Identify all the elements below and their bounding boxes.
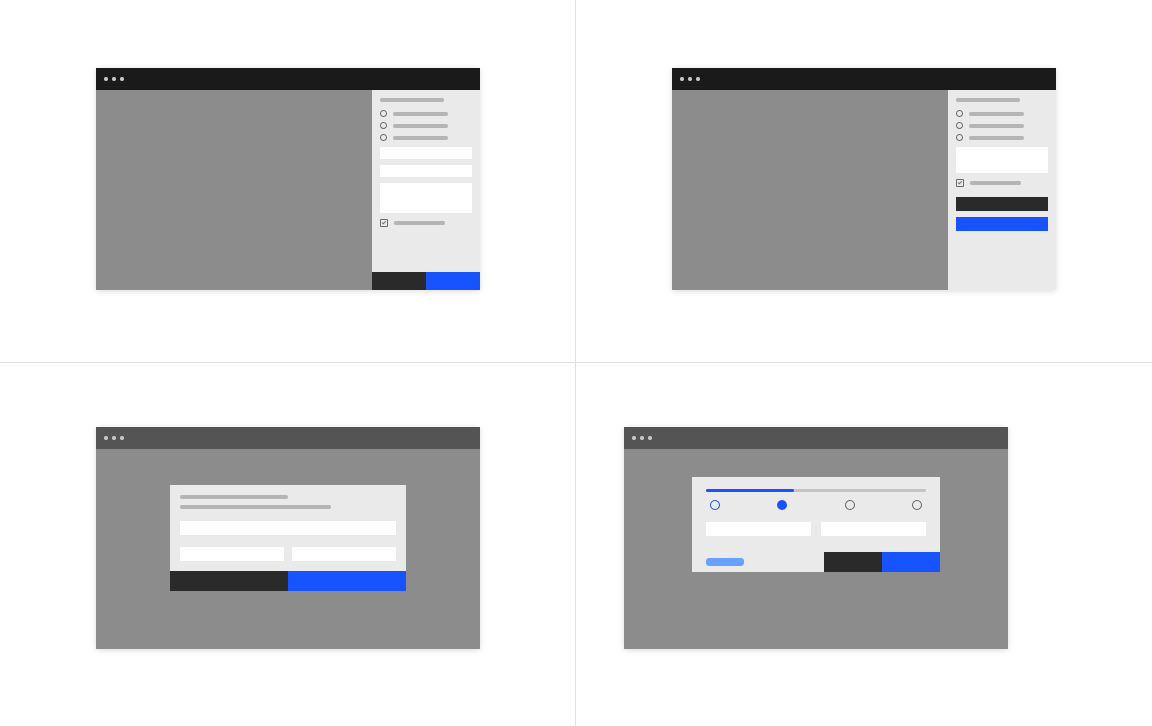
progress-bar <box>706 489 926 492</box>
side-form-panel <box>948 90 1056 290</box>
window-dot-icon <box>688 77 692 81</box>
text-input[interactable] <box>706 522 811 536</box>
text-input[interactable] <box>380 165 472 177</box>
browser-window <box>96 68 480 290</box>
browser-window <box>624 427 1008 649</box>
form-heading <box>956 98 1020 102</box>
window-dot-icon <box>104 77 108 81</box>
modal-dialog <box>170 485 406 591</box>
primary-button[interactable] <box>882 552 940 572</box>
radio-option[interactable] <box>956 134 1048 141</box>
radio-label <box>393 136 448 140</box>
text-input[interactable] <box>180 547 284 561</box>
variant-c-cell <box>0 363 576 726</box>
radio-option[interactable] <box>956 122 1048 129</box>
browser-window <box>96 427 480 649</box>
form-heading <box>380 98 444 102</box>
radio-icon <box>380 110 387 117</box>
radio-icon <box>956 134 963 141</box>
window-titlebar <box>96 427 480 449</box>
variant-d-cell <box>576 363 1152 726</box>
radio-label <box>969 124 1024 128</box>
primary-button[interactable] <box>956 217 1048 231</box>
radio-option[interactable] <box>380 122 472 129</box>
window-dot-icon <box>120 436 124 440</box>
secondary-button[interactable] <box>956 197 1048 211</box>
modal-title <box>180 495 288 499</box>
primary-button[interactable] <box>426 272 480 290</box>
window-dot-icon <box>640 436 644 440</box>
step-indicator-row <box>710 500 922 510</box>
window-dot-icon <box>112 77 116 81</box>
window-dot-icon <box>648 436 652 440</box>
checkbox-label <box>394 221 445 225</box>
browser-window <box>672 68 1056 290</box>
secondary-button[interactable] <box>170 571 288 591</box>
window-titlebar <box>672 68 1056 90</box>
button-stack <box>956 197 1048 231</box>
checkbox-icon <box>956 179 964 187</box>
radio-option[interactable] <box>956 110 1048 117</box>
window-dot-icon <box>104 436 108 440</box>
radio-icon <box>380 122 387 129</box>
radio-label <box>969 112 1024 116</box>
button-row <box>372 272 480 290</box>
radio-option[interactable] <box>380 134 472 141</box>
radio-icon <box>956 110 963 117</box>
window-titlebar <box>96 68 480 90</box>
secondary-button[interactable] <box>372 272 426 290</box>
step-dot[interactable] <box>845 500 855 510</box>
window-dot-icon <box>680 77 684 81</box>
radio-label <box>393 112 448 116</box>
window-dot-icon <box>632 436 636 440</box>
side-form-panel <box>372 90 480 290</box>
step-dot[interactable] <box>912 500 922 510</box>
secondary-button[interactable] <box>824 552 882 572</box>
step-dot[interactable] <box>710 500 720 510</box>
button-row <box>824 552 940 572</box>
text-input[interactable] <box>180 521 396 535</box>
progress-fill <box>706 489 794 492</box>
button-row <box>170 571 406 591</box>
text-input[interactable] <box>292 547 396 561</box>
radio-option[interactable] <box>380 110 472 117</box>
modal-subtitle <box>180 505 331 509</box>
radio-label <box>969 136 1024 140</box>
radio-icon <box>956 122 963 129</box>
text-input[interactable] <box>821 522 926 536</box>
checkbox-option[interactable] <box>956 179 1048 187</box>
window-titlebar <box>624 427 1008 449</box>
step-dot[interactable] <box>777 500 787 510</box>
text-input[interactable] <box>380 147 472 159</box>
window-dot-icon <box>112 436 116 440</box>
radio-label <box>393 124 448 128</box>
textarea-input[interactable] <box>956 147 1048 173</box>
primary-button[interactable] <box>288 571 406 591</box>
wizard-dialog <box>692 477 940 572</box>
variant-a-cell <box>0 0 576 363</box>
textarea-input[interactable] <box>380 183 472 213</box>
window-dot-icon <box>120 77 124 81</box>
wizard-footer <box>692 552 940 572</box>
back-link[interactable] <box>706 558 744 566</box>
checkbox-option[interactable] <box>380 219 472 227</box>
window-dot-icon <box>696 77 700 81</box>
radio-icon <box>380 134 387 141</box>
checkbox-icon <box>380 219 388 227</box>
checkbox-label <box>970 181 1021 185</box>
variant-b-cell <box>576 0 1152 363</box>
